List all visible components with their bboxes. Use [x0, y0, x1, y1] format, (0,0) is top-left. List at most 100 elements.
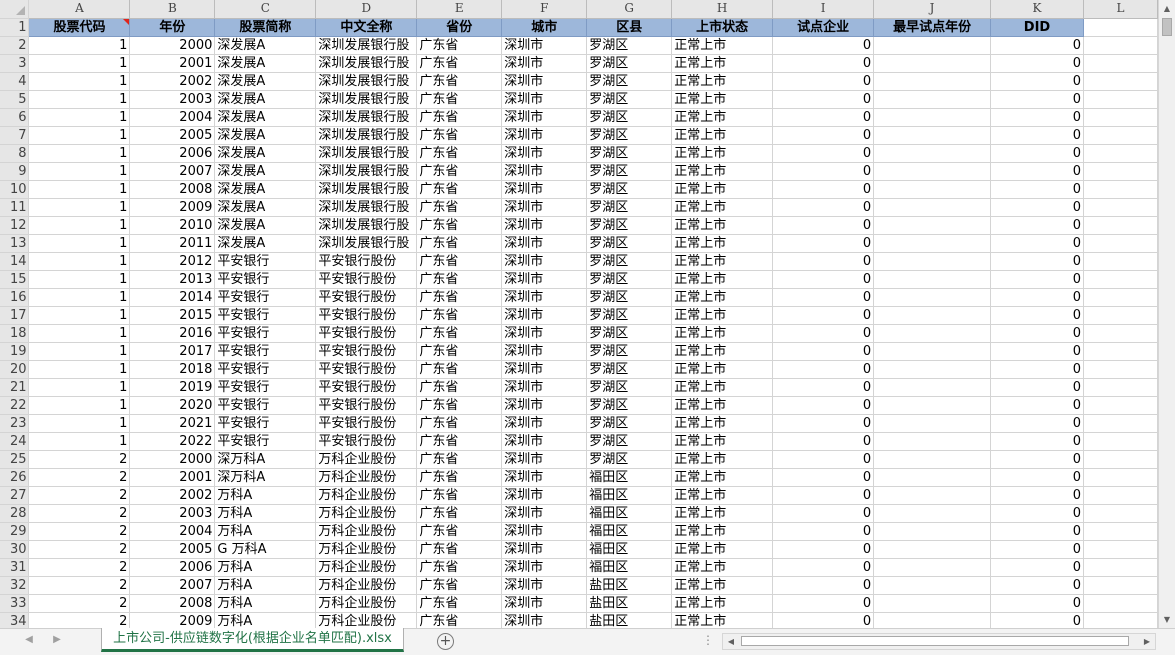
cell[interactable]: 2019 — [129, 378, 216, 397]
cell[interactable]: 正常上市 — [671, 432, 774, 451]
cell[interactable]: 万科企业股份 — [315, 504, 418, 523]
cell[interactable]: 平安银行股份 — [315, 432, 418, 451]
row-number[interactable]: 30 — [0, 540, 30, 559]
cell[interactable]: 0 — [990, 504, 1084, 523]
cell[interactable]: 0 — [772, 558, 875, 577]
cell[interactable]: 正常上市 — [671, 180, 774, 199]
cell[interactable]: 广东省 — [416, 252, 503, 271]
cell[interactable]: 深圳市 — [501, 90, 588, 109]
cell[interactable]: 1 — [28, 306, 131, 325]
cell[interactable]: 罗湖区 — [586, 108, 673, 127]
cell[interactable]: 深圳发展银行股 — [315, 108, 418, 127]
cell[interactable]: 广东省 — [416, 396, 503, 415]
cell[interactable]: 1 — [28, 270, 131, 289]
cell[interactable]: 2020 — [129, 396, 216, 415]
header-cell[interactable]: 上市状态 — [671, 18, 774, 37]
cell[interactable]: 广东省 — [416, 360, 503, 379]
cell[interactable]: 深发展A — [214, 144, 317, 163]
cell[interactable] — [873, 396, 992, 415]
cell[interactable] — [873, 144, 992, 163]
row-number[interactable]: 12 — [0, 216, 30, 235]
cell[interactable]: 0 — [990, 450, 1084, 469]
cell[interactable]: 0 — [772, 54, 875, 73]
row-number[interactable]: 10 — [0, 180, 30, 199]
cell[interactable] — [1083, 270, 1158, 289]
cell[interactable]: 2002 — [129, 72, 216, 91]
cell[interactable] — [1083, 162, 1158, 181]
row-number[interactable]: 8 — [0, 144, 30, 163]
cell[interactable]: 广东省 — [416, 468, 503, 487]
cell[interactable]: 深圳发展银行股 — [315, 162, 418, 181]
cell[interactable]: 深圳市 — [501, 54, 588, 73]
cell[interactable]: 深圳市 — [501, 180, 588, 199]
scroll-right-icon[interactable]: ▶ — [1139, 634, 1155, 649]
cell[interactable]: 0 — [990, 468, 1084, 487]
row-number[interactable]: 27 — [0, 486, 30, 505]
cell[interactable]: 广东省 — [416, 108, 503, 127]
cell[interactable] — [1083, 234, 1158, 253]
cell[interactable]: 1 — [28, 126, 131, 145]
cell[interactable]: 2014 — [129, 288, 216, 307]
cell[interactable]: 0 — [772, 90, 875, 109]
row-number[interactable]: 28 — [0, 504, 30, 523]
cell[interactable] — [1083, 432, 1158, 451]
row-number[interactable]: 13 — [0, 234, 30, 253]
cell[interactable]: 深圳市 — [501, 360, 588, 379]
cell[interactable]: 深圳发展银行股 — [315, 216, 418, 235]
cell[interactable]: 平安银行 — [214, 306, 317, 325]
scroll-left-icon[interactable]: ◀ — [723, 634, 739, 649]
cell[interactable]: 广东省 — [416, 306, 503, 325]
cell[interactable]: 0 — [990, 306, 1084, 325]
cell[interactable]: 2000 — [129, 36, 216, 55]
cell[interactable]: 1 — [28, 414, 131, 433]
cell[interactable]: 2009 — [129, 198, 216, 217]
cell[interactable]: 正常上市 — [671, 288, 774, 307]
cell[interactable] — [1083, 558, 1158, 577]
row-number[interactable]: 2 — [0, 36, 30, 55]
cell[interactable]: 0 — [990, 432, 1084, 451]
cell[interactable]: 0 — [990, 612, 1084, 628]
cell[interactable] — [873, 180, 992, 199]
cell[interactable] — [1083, 468, 1158, 487]
cell[interactable]: 正常上市 — [671, 558, 774, 577]
cell[interactable]: 广东省 — [416, 198, 503, 217]
cell[interactable]: 平安银行 — [214, 288, 317, 307]
row-number[interactable]: 18 — [0, 324, 30, 343]
cell[interactable]: 深圳发展银行股 — [315, 36, 418, 55]
cell[interactable]: 广东省 — [416, 234, 503, 253]
cell[interactable]: 罗湖区 — [586, 450, 673, 469]
cell[interactable]: 正常上市 — [671, 576, 774, 595]
cell[interactable]: 1 — [28, 216, 131, 235]
cell[interactable] — [1083, 396, 1158, 415]
row-number[interactable]: 6 — [0, 108, 30, 127]
cell[interactable] — [873, 252, 992, 271]
row-number[interactable]: 9 — [0, 162, 30, 181]
cell[interactable]: 福田区 — [586, 486, 673, 505]
cell[interactable]: 2001 — [129, 54, 216, 73]
cell[interactable]: 广东省 — [416, 540, 503, 559]
cell[interactable]: 深圳市 — [501, 414, 588, 433]
cell[interactable] — [873, 54, 992, 73]
horizontal-scrollbar[interactable]: ◀ ▶ — [722, 633, 1156, 650]
cell[interactable]: 2011 — [129, 234, 216, 253]
cell[interactable]: 2 — [28, 468, 131, 487]
cell[interactable]: 正常上市 — [671, 612, 774, 628]
cell[interactable]: 罗湖区 — [586, 360, 673, 379]
cell[interactable]: 万科企业股份 — [315, 594, 418, 613]
cell[interactable]: 福田区 — [586, 504, 673, 523]
sheet-tab[interactable]: 上市公司-供应链数字化(根据企业名单匹配).xlsx — [101, 628, 404, 652]
cell[interactable]: 2 — [28, 576, 131, 595]
cell[interactable]: 罗湖区 — [586, 90, 673, 109]
cell[interactable]: 罗湖区 — [586, 270, 673, 289]
cell[interactable] — [1083, 18, 1158, 37]
cell[interactable]: 万科A — [214, 612, 317, 628]
column-header[interactable]: J — [873, 0, 992, 19]
cell[interactable]: 0 — [990, 288, 1084, 307]
cell[interactable]: 0 — [772, 126, 875, 145]
cell[interactable]: 2016 — [129, 324, 216, 343]
cell[interactable]: 罗湖区 — [586, 72, 673, 91]
cell[interactable]: 罗湖区 — [586, 396, 673, 415]
cell[interactable]: 0 — [772, 360, 875, 379]
cell[interactable]: 2002 — [129, 486, 216, 505]
cell[interactable]: 正常上市 — [671, 144, 774, 163]
